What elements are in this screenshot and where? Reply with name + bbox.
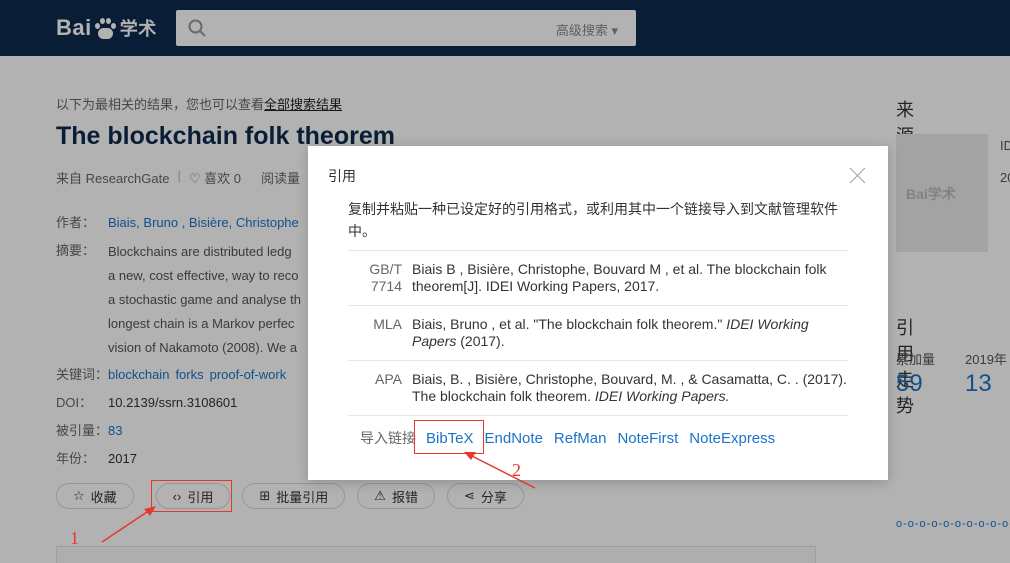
citation-row-mla: MLA Biais, Bruno , et al. "The blockchai…: [348, 306, 848, 361]
dialog-description: 复制并粘贴一种已设定好的引用格式，或利用其中一个链接导入到文献管理软件中。: [348, 201, 838, 239]
citation-text[interactable]: Biais B , Bisière, Christophe, Bouvard M…: [412, 261, 848, 295]
highlight-box-bibtex: [414, 420, 484, 454]
citation-dialog: 引用 复制并粘贴一种已设定好的引用格式，或利用其中一个链接导入到文献管理软件中。…: [308, 146, 888, 480]
close-icon[interactable]: [850, 167, 866, 183]
citation-format: GB/T 7714: [369, 261, 402, 294]
refman-link[interactable]: RefMan: [554, 430, 607, 447]
annotation-marker-1: 1: [70, 528, 79, 548]
citation-row-apa: APA Biais, B. , Bisière, Christophe, Bou…: [348, 361, 848, 416]
citation-text[interactable]: Biais, Bruno , et al. "The blockchain fo…: [412, 316, 848, 350]
highlight-box-cite: [151, 480, 232, 512]
noteexpress-link[interactable]: NoteExpress: [689, 430, 775, 447]
notefirst-link[interactable]: NoteFirst: [617, 430, 678, 447]
citation-list: GB/T 7714 Biais B , Bisière, Christophe,…: [348, 250, 848, 416]
citation-row-gbt: GB/T 7714 Biais B , Bisière, Christophe,…: [348, 251, 848, 306]
endnote-link[interactable]: EndNote: [485, 430, 543, 447]
citation-format: MLA: [373, 316, 402, 332]
citation-text[interactable]: Biais, B. , Bisière, Christophe, Bouvard…: [412, 371, 848, 405]
import-label: 导入链接: [360, 430, 416, 446]
dialog-title: 引用: [328, 168, 356, 184]
annotation-marker-2: 2: [512, 460, 521, 480]
citation-format: APA: [375, 371, 402, 387]
